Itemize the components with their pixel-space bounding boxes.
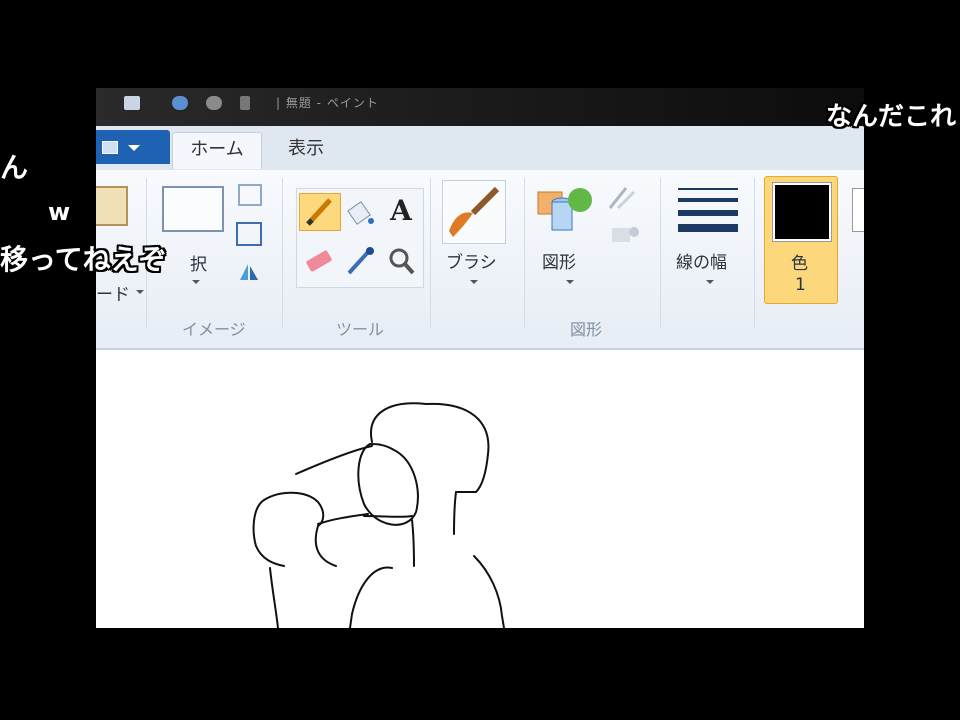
color1-swatch xyxy=(772,182,832,242)
redo-icon[interactable] xyxy=(206,96,222,110)
color-picker-icon[interactable] xyxy=(341,243,381,279)
undo-icon[interactable] xyxy=(172,96,188,110)
tools-panel: A xyxy=(296,188,424,288)
rotate-icon[interactable] xyxy=(236,260,258,280)
sketch-strokes xyxy=(252,402,505,628)
chevron-down-icon xyxy=(566,280,574,284)
tab-view[interactable]: 表示 xyxy=(288,132,324,168)
drawing-canvas[interactable] xyxy=(96,350,864,628)
window-title: | 無題 - ペイント xyxy=(276,96,379,110)
file-menu-button[interactable] xyxy=(96,130,170,164)
select-label: 択 xyxy=(190,255,207,275)
color1-number: 1 xyxy=(795,275,806,295)
paste-icon[interactable] xyxy=(96,186,128,226)
brush-label: ブラシ xyxy=(446,253,497,273)
paste-label: ード xyxy=(96,285,130,305)
outline-icon[interactable] xyxy=(608,186,638,210)
ribbon-tabs: ホーム 表示 xyxy=(96,126,864,171)
select-button[interactable] xyxy=(162,186,224,232)
shapes-label: 図形 xyxy=(542,253,576,273)
eraser-icon[interactable] xyxy=(299,243,339,279)
group-label-tools: ツール xyxy=(336,320,385,339)
video-frame: { "window": { "title": "| 無題 - ペイント", "t… xyxy=(0,0,960,720)
paint-window: | 無題 - ペイント ホーム 表示 ード 択 イメージ A ツール ブラシ 図… xyxy=(96,88,864,628)
color1-label: 色 xyxy=(791,254,808,274)
chevron-down-icon xyxy=(470,280,478,284)
magnifier-icon[interactable] xyxy=(381,243,421,279)
file-menu-icon xyxy=(102,141,118,154)
resize-icon[interactable] xyxy=(236,222,262,246)
stroke-width-icon[interactable] xyxy=(676,184,740,238)
group-label-image: イメージ xyxy=(182,320,246,339)
title-bar: | 無題 - ペイント xyxy=(96,88,864,126)
comment-overlay: なんだこれ xyxy=(826,102,957,132)
stroke-width-label: 線の幅 xyxy=(676,253,727,273)
fill-shape-icon[interactable] xyxy=(608,222,639,244)
text-icon[interactable]: A xyxy=(381,193,421,229)
group-label-shapes: 図形 xyxy=(570,320,603,339)
comment-overlay: ん xyxy=(0,151,29,184)
ribbon-home: ード 択 イメージ A ツール ブラシ 図形 図形 線の幅 色 1 xyxy=(96,170,864,350)
save-icon[interactable] xyxy=(124,96,140,110)
chevron-down-icon xyxy=(192,280,200,284)
chevron-down-icon xyxy=(128,145,140,151)
color1-button[interactable]: 色 1 xyxy=(764,176,838,304)
comment-overlay: w xyxy=(48,198,71,226)
brush-icon[interactable] xyxy=(442,180,506,244)
shapes-icon[interactable] xyxy=(536,182,596,240)
tab-home[interactable]: ホーム xyxy=(172,132,262,169)
chevron-down-icon xyxy=(706,280,714,284)
pencil-icon[interactable] xyxy=(299,193,341,231)
chevron-down-icon xyxy=(136,290,144,294)
fill-icon[interactable] xyxy=(341,193,381,229)
customize-icon[interactable] xyxy=(240,96,250,110)
comment-overlay: 移ってねえぞ xyxy=(0,243,167,276)
crop-icon[interactable] xyxy=(238,184,262,206)
color2-button[interactable] xyxy=(852,188,864,232)
